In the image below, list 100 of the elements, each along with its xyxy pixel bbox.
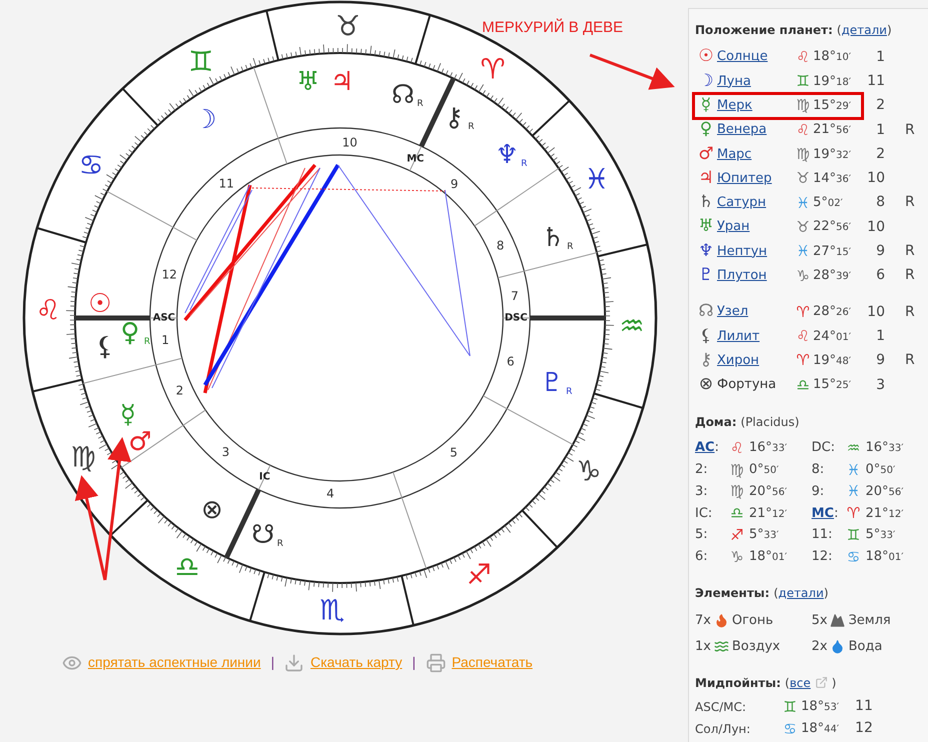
planet-link[interactable]: Марс (717, 144, 793, 164)
link-separator: | (270, 653, 274, 672)
zodiac-sign: ♑ (576, 454, 602, 488)
sign-symbol: ♌ (795, 326, 811, 348)
section-title: Мидпойнты: (695, 674, 781, 692)
zodiac-sign: ♉ (335, 10, 360, 43)
retrograde-mark: R (905, 242, 915, 262)
planet-glyph: ☿ (120, 400, 136, 430)
house-number: 3 (222, 444, 230, 459)
degree-value: 18°44′ (801, 720, 840, 738)
planet-link[interactable]: Мерк (717, 96, 793, 116)
sign-symbol: ♑ (729, 546, 745, 568)
retrograde-mark: R (905, 193, 915, 212)
details-link[interactable]: детали (778, 584, 824, 602)
element-name: Земля (848, 612, 891, 630)
degree-value: 21°12′ (866, 504, 904, 523)
house-number: 9 (875, 242, 885, 262)
house-system: (Placidus) (740, 414, 800, 432)
planet-link[interactable]: Венера (717, 120, 793, 140)
planet-link[interactable]: Луна (717, 72, 793, 92)
sign-symbol: ♈ (795, 350, 811, 372)
house-number: 11 (218, 176, 234, 191)
element-count: 7x (695, 612, 711, 630)
zodiac-sign: ♈ (480, 52, 506, 86)
degree-value: 20°56′ (866, 482, 904, 501)
planet-symbol: ♂ (697, 142, 715, 166)
planet-symbol: ☿ (700, 94, 712, 117)
degree-value: 19°18′ (813, 72, 852, 91)
house-label: 9: (812, 482, 824, 501)
retrograde-mark: R (468, 122, 474, 132)
planet-link[interactable]: Юпитер (717, 168, 793, 188)
details-link[interactable]: детали (841, 21, 887, 39)
sign-symbol: ♌ (729, 438, 745, 459)
degree-value: 18°01′ (866, 548, 904, 566)
planet-glyph: ♇ (540, 368, 564, 398)
degree-value: 27°15′ (813, 242, 852, 261)
house-label: 2: (695, 461, 708, 480)
planet-link[interactable]: Солнце (717, 47, 793, 67)
all-link[interactable]: все (790, 674, 811, 692)
house-number: 2 (875, 96, 885, 116)
element-count: 1x (695, 638, 711, 656)
zodiac-sign: ♒ (619, 309, 644, 342)
download-icon (284, 652, 304, 672)
degree-value: 15°29′ (813, 96, 852, 115)
planet-link[interactable]: Плутон (717, 266, 793, 286)
degree-value: 5°33′ (749, 526, 779, 544)
planet-symbol: ♅ (697, 215, 715, 238)
house-label: 5: (695, 526, 708, 544)
house-label: IC: (695, 504, 712, 523)
sign-symbol: ♊ (846, 525, 862, 546)
degree-value: 18°10′ (813, 48, 852, 66)
zodiac-sign: ♓ (584, 162, 610, 196)
print-icon (426, 652, 446, 672)
element-name: Воздух (732, 638, 780, 656)
house-number: 9 (875, 351, 885, 370)
planet-glyph: ♄ (541, 223, 565, 253)
planet-symbol: ♄ (697, 191, 715, 214)
bracket: ) (886, 22, 892, 39)
degree-value: 5°02′ (813, 194, 843, 212)
fire-icon (714, 613, 729, 628)
degree-value: 20°56′ (749, 482, 788, 501)
planet-link[interactable]: Нептун (717, 242, 793, 262)
degree-value: 24°01′ (813, 328, 852, 346)
retrograde-mark: R (566, 387, 572, 397)
sign-symbol: ♉ (795, 216, 811, 238)
planet-link[interactable]: Лилит (717, 326, 793, 346)
planet-symbol: ⊗ (698, 373, 714, 396)
degree-value: 22°56′ (813, 218, 852, 236)
planet-glyph: ☉ (88, 289, 112, 319)
sign-symbol: ♌ (795, 46, 811, 68)
house-number: 4 (326, 486, 334, 501)
bracket: ( (774, 584, 778, 602)
house-link[interactable]: AC (695, 438, 715, 458)
sign-symbol: ♍ (795, 144, 811, 166)
zodiac-sign: ♊ (188, 44, 214, 78)
house-number: 1 (875, 48, 885, 67)
retrograde-mark: R (905, 351, 915, 370)
sign-symbol: ♋ (846, 546, 862, 568)
water-icon (830, 639, 846, 654)
sign-symbol: ♐ (729, 525, 745, 546)
bracket: ( (836, 22, 842, 39)
house-number: 1 (875, 120, 885, 140)
planet-link[interactable]: Узел (717, 302, 793, 322)
planet-link[interactable]: Хирон (717, 350, 793, 370)
sign-symbol: ♍ (729, 460, 745, 481)
air-icon (714, 639, 729, 654)
house-link[interactable]: MC (812, 504, 834, 524)
house-number: 7 (510, 289, 518, 304)
section-title: Элементы: (695, 584, 770, 602)
house-number: 10 (866, 302, 885, 322)
planet-link[interactable]: Уран (717, 217, 793, 237)
house-number: 11 (866, 72, 885, 91)
house-number: 11 (855, 697, 873, 716)
planet-link[interactable]: Сатурн (717, 193, 793, 213)
section-title: Положение планет: (695, 22, 833, 39)
planet-symbol: ♀ (698, 118, 714, 142)
planet-symbol: ♃ (697, 166, 715, 190)
link-separator: | (412, 653, 416, 672)
midpoint-label: Сол/Лун: (695, 720, 752, 738)
retrograde-mark: R (905, 302, 915, 322)
